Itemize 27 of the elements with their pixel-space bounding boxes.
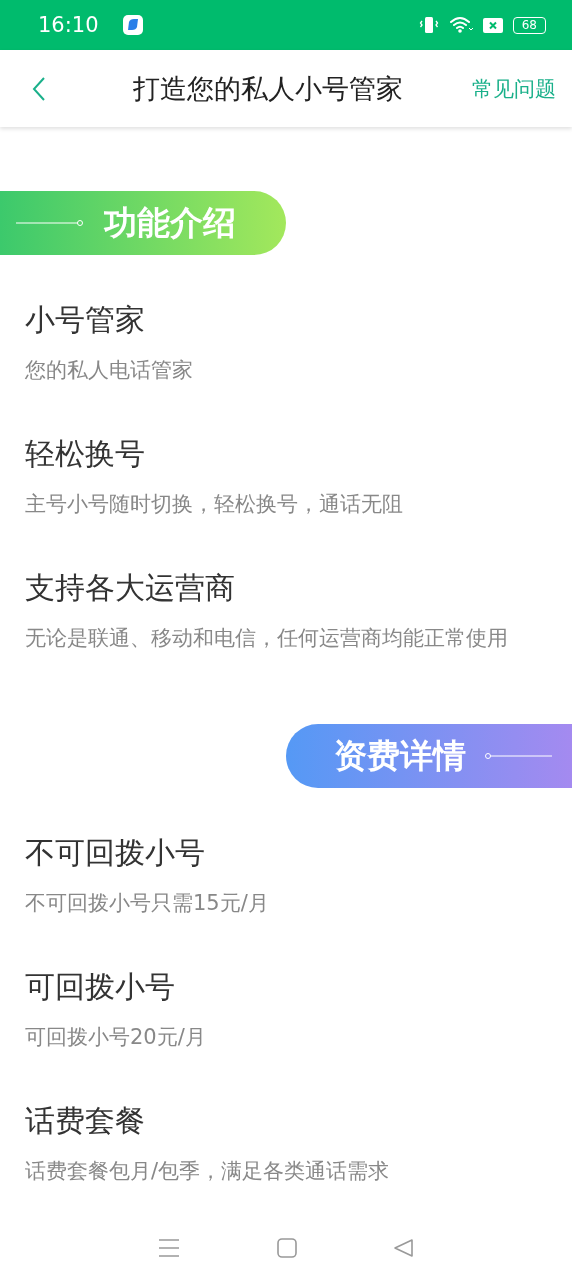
feature-title: 支持各大运营商 xyxy=(25,569,236,607)
feature-description: 无论是联通、移动和电信，任何运营商均能正常使用 xyxy=(25,625,509,652)
feature-title: 不可回拨小号 xyxy=(25,834,206,872)
page-title: 打造您的私人小号管家 xyxy=(131,71,404,106)
banner-title: 功能介绍 xyxy=(104,201,236,244)
line-decoration xyxy=(484,751,552,761)
home-icon[interactable] xyxy=(277,1237,297,1258)
faq-link[interactable]: 常见问题 xyxy=(472,74,556,103)
back-nav-icon[interactable] xyxy=(393,1237,414,1258)
status-time: 16:10 xyxy=(38,13,99,37)
wifi-icon xyxy=(448,16,473,34)
battery-indicator: 68 xyxy=(512,16,546,34)
feature-description: 主号小号随时切换，轻松换号，通话无阻 xyxy=(25,491,404,518)
feature-title: 轻松换号 xyxy=(25,435,146,473)
sim-icon xyxy=(482,17,503,33)
feature-title: 小号管家 xyxy=(25,301,146,339)
menu-icon[interactable] xyxy=(158,1237,181,1258)
feature-description: 话费套餐包月/包季，满足各类通话需求 xyxy=(25,1158,391,1185)
feature-title: 话费套餐 xyxy=(25,1102,146,1140)
app-icon xyxy=(122,15,143,35)
feature-description: 您的私人电话管家 xyxy=(25,357,194,384)
feature-description: 不可回拨小号只需15元/月 xyxy=(25,890,270,917)
line-decoration xyxy=(16,218,84,228)
banner-title: 资费详情 xyxy=(334,734,466,777)
feature-description: 可回拨小号20元/月 xyxy=(25,1024,207,1051)
vibrate-icon xyxy=(418,16,439,34)
feature-title: 可回拨小号 xyxy=(25,968,176,1006)
